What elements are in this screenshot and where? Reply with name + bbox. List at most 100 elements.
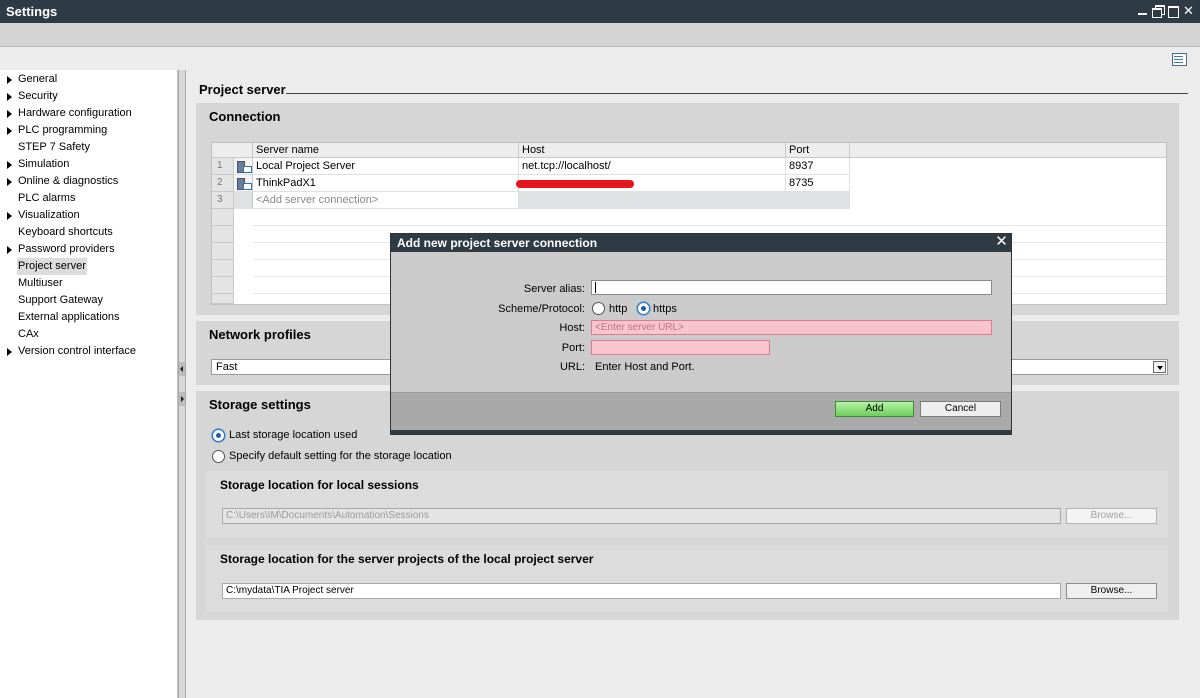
dialog-title: Add new project server connection	[397, 236, 598, 250]
network-profile-value: Fast	[216, 361, 238, 373]
local-sessions-title: Storage location for local sessions	[220, 478, 419, 492]
column-header-host[interactable]: Host	[519, 143, 786, 158]
row-number[interactable]: 1	[212, 158, 234, 175]
sidebar-item-simulation[interactable]: Simulation	[0, 156, 176, 173]
expand-arrow-icon[interactable]	[7, 76, 12, 84]
expand-arrow-icon[interactable]	[7, 161, 12, 169]
add-server-connection-cell[interactable]: <Add server connection>	[253, 192, 519, 209]
expand-arrow-icon[interactable]	[7, 110, 12, 118]
cell-host[interactable]: net.tcp://localhost/	[519, 158, 786, 175]
sidebar-item-hardware-configuration[interactable]: Hardware configuration	[0, 105, 176, 122]
sidebar-item-multiuser[interactable]: Multiuser	[0, 275, 176, 292]
column-header-filler	[850, 143, 1166, 158]
radio-last-storage-location[interactable]	[212, 429, 225, 442]
port-input[interactable]	[591, 340, 770, 355]
sidebar-item-project-server[interactable]: Project server	[0, 258, 176, 275]
expand-arrow-icon[interactable]	[7, 93, 12, 101]
port-label: Port:	[561, 342, 585, 354]
cancel-button[interactable]: Cancel	[920, 401, 1001, 417]
panel-splitter[interactable]	[178, 70, 186, 698]
sidebar-item-general[interactable]: General	[0, 71, 176, 88]
cell-host-empty[interactable]	[519, 192, 786, 209]
table-corner-header	[212, 143, 253, 158]
dialog-close-icon[interactable]: ✕	[994, 234, 1009, 250]
cell-port-empty[interactable]	[786, 192, 850, 209]
server-projects-group: Storage location for the server projects…	[206, 545, 1168, 612]
radio-https[interactable]	[637, 302, 650, 315]
collapse-left-icon[interactable]	[179, 362, 185, 376]
sidebar-item-keyboard-shortcuts[interactable]: Keyboard shortcuts	[0, 224, 176, 241]
server-projects-title: Storage location for the server projects…	[220, 552, 594, 566]
radio-http-label[interactable]: http	[609, 303, 627, 315]
sidebar-item-password-providers[interactable]: Password providers	[0, 241, 176, 258]
add-button[interactable]: Add	[835, 401, 914, 417]
expand-arrow-icon[interactable]	[7, 246, 12, 254]
sidebar-item-external-applications[interactable]: External applications	[0, 309, 176, 326]
expand-right-icon[interactable]	[179, 392, 185, 406]
local-sessions-group: Storage location for local sessions	[206, 471, 1168, 538]
server-connection-icon	[237, 161, 252, 173]
sidebar-item-version-control-interface[interactable]: Version control interface	[0, 343, 176, 360]
column-header-port[interactable]: Port	[786, 143, 850, 158]
title-bar: Settings ✕	[0, 0, 1200, 23]
row-number[interactable]: 2	[212, 175, 234, 192]
radio-last-storage-label[interactable]: Last storage location used	[229, 429, 357, 441]
server-projects-path-field[interactable]: C:\mydata\TIA Project server	[222, 583, 1061, 599]
redaction-mark	[516, 180, 634, 188]
server-alias-label: Server alias:	[523, 283, 585, 295]
connection-title: Connection	[209, 109, 281, 124]
local-sessions-path-field: C:\Users\IM\Documents\Automation\Session…	[222, 508, 1061, 524]
restore-icon[interactable]	[1152, 5, 1165, 18]
minimize-icon[interactable]	[1137, 5, 1149, 17]
maximize-icon[interactable]	[1167, 5, 1179, 18]
cell-port[interactable]: 8937	[786, 158, 850, 175]
expand-arrow-icon[interactable]	[7, 178, 12, 186]
row-number-empty	[212, 277, 234, 294]
radio-https-label[interactable]: https	[653, 303, 677, 315]
row-icon-cell	[234, 158, 253, 175]
sidebar-item-online-diagnostics[interactable]: Online & diagnostics	[0, 173, 176, 190]
row-number[interactable]: 3	[212, 192, 234, 209]
server-projects-browse-button[interactable]: Browse...	[1066, 583, 1157, 599]
radio-default-storage-location[interactable]	[212, 450, 225, 463]
sidebar-item-step7-safety[interactable]: STEP 7 Safety	[0, 139, 176, 156]
expand-arrow-icon[interactable]	[7, 212, 12, 220]
sidebar-item-visualization[interactable]: Visualization	[0, 207, 176, 224]
network-profiles-title: Network profiles	[209, 327, 311, 342]
radio-http[interactable]	[592, 302, 605, 315]
sidebar-item-plc-alarms[interactable]: PLC alarms	[0, 190, 176, 207]
cell-server-name[interactable]: Local Project Server	[253, 158, 519, 175]
storage-settings-title: Storage settings	[209, 397, 311, 412]
row-number-empty	[212, 243, 234, 260]
row-number-empty	[212, 226, 234, 243]
local-sessions-browse-button[interactable]: Browse...	[1066, 508, 1157, 524]
page-title: Project server	[199, 82, 286, 97]
sidebar-item-support-gateway[interactable]: Support Gateway	[0, 292, 176, 309]
settings-navigation: General Security Hardware configuration …	[0, 70, 178, 698]
host-label: Host:	[559, 322, 585, 334]
expand-arrow-icon[interactable]	[7, 127, 12, 135]
radio-default-storage-label[interactable]: Specify default setting for the storage …	[229, 450, 452, 462]
close-icon[interactable]: ✕	[1183, 4, 1195, 17]
settings-list-icon[interactable]	[1171, 52, 1187, 66]
window-title: Settings	[6, 4, 58, 19]
row-icon-cell	[234, 192, 253, 209]
url-value: Enter Host and Port.	[595, 361, 695, 373]
row-number-empty	[212, 294, 234, 304]
sidebar-item-cax[interactable]: CAx	[0, 326, 176, 343]
sidebar-item-security[interactable]: Security	[0, 88, 176, 105]
column-header-server-name[interactable]: Server name	[253, 143, 519, 158]
text-caret	[595, 282, 596, 293]
server-alias-input[interactable]	[591, 280, 992, 295]
server-connection-icon	[237, 178, 252, 190]
dialog-footer	[391, 392, 1011, 434]
cell-server-name[interactable]: ThinkPadX1	[253, 175, 519, 192]
cell-port[interactable]: 8735	[786, 175, 850, 192]
dialog-title-bar: Add new project server connection ✕	[391, 234, 1011, 252]
scheme-protocol-label: Scheme/Protocol:	[498, 303, 585, 315]
host-input[interactable]: <Enter server URL>	[591, 320, 992, 335]
expand-arrow-icon[interactable]	[7, 348, 12, 356]
row-icon-cell	[234, 175, 253, 192]
sidebar-item-plc-programming[interactable]: PLC programming	[0, 122, 176, 139]
chevron-down-icon[interactable]	[1153, 361, 1166, 373]
